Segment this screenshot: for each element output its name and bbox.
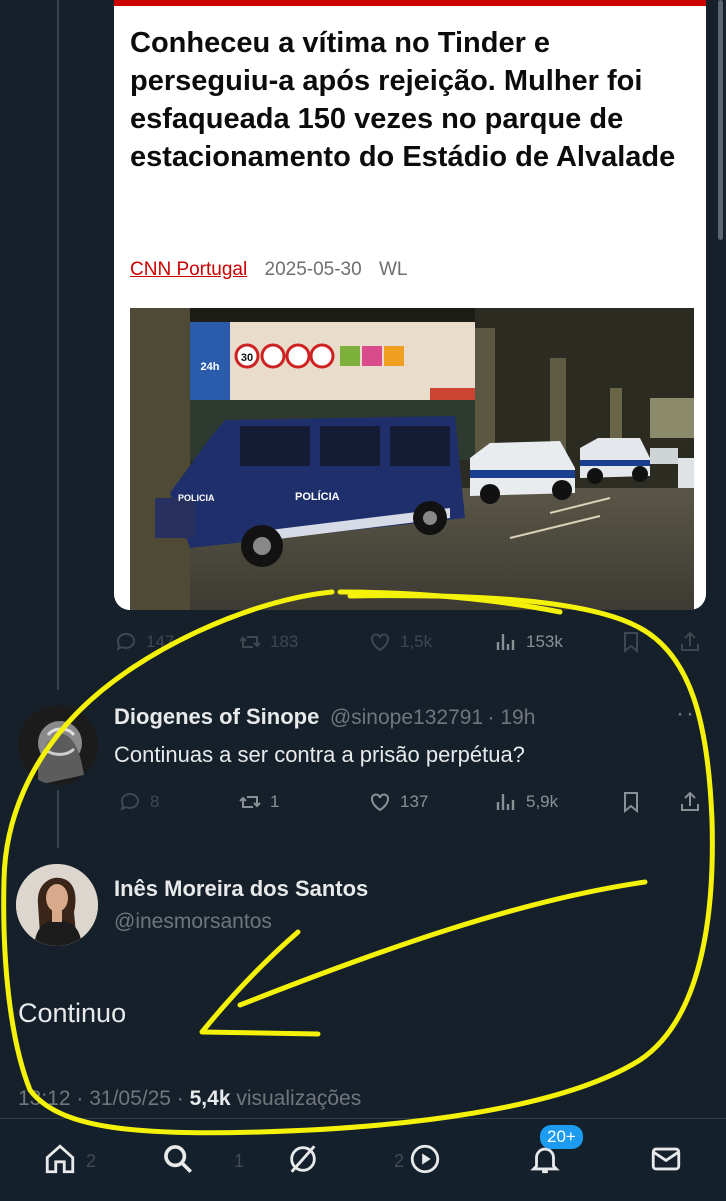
main-tweet-text: Continuo bbox=[18, 998, 127, 1028]
views-action[interactable]: 153k bbox=[494, 630, 563, 654]
ghost-reply-count: 2 bbox=[86, 1151, 97, 1171]
reply-time[interactable]: · 19h bbox=[488, 706, 536, 729]
nav-home[interactable] bbox=[40, 1139, 80, 1179]
scrollbar-thumb[interactable] bbox=[718, 0, 723, 240]
reply-icon bbox=[116, 632, 135, 651]
ines-avatar-image bbox=[16, 864, 98, 946]
main-tweet-views-label[interactable]: visualizações bbox=[231, 1087, 361, 1110]
van-label: POLÍCIA bbox=[295, 490, 340, 503]
reply-tweet-header: Diogenes of Sinope @sinope132791 · 19h bbox=[114, 704, 535, 730]
like-count: 137 bbox=[400, 792, 429, 811]
nav-messages[interactable] bbox=[646, 1139, 686, 1179]
heart-icon bbox=[371, 793, 389, 812]
bookmark-action[interactable] bbox=[619, 790, 643, 814]
avatar[interactable] bbox=[16, 864, 98, 946]
reply-tweet-actions: 8 1 137 5,9k bbox=[114, 788, 706, 816]
reply-text: Continuas a ser contra a prisão perpétua… bbox=[114, 742, 525, 767]
views-icon bbox=[496, 634, 515, 650]
share-action[interactable] bbox=[678, 790, 702, 814]
article-meta: CNN Portugal 2025-05-30 WL bbox=[130, 259, 407, 281]
nav-video[interactable] bbox=[405, 1139, 445, 1179]
main-tweet-meta: 13:12 · 31/05/25 · 5,4k visualizações bbox=[18, 1087, 361, 1111]
main-tweet-views-count[interactable]: 5,4k bbox=[190, 1087, 231, 1110]
main-tweet-time: 13:12 · 31/05/25 · bbox=[18, 1087, 190, 1110]
bottom-navigation: 2 1 2 20+ bbox=[0, 1118, 726, 1201]
ghost-like-count: 2 bbox=[394, 1151, 405, 1171]
article-source-link[interactable]: CNN Portugal bbox=[130, 259, 247, 280]
like-count: 1,5k bbox=[400, 632, 433, 651]
article-date: 2025-05-30 bbox=[264, 259, 362, 280]
article-photo[interactable]: 30 24h POLÍCIA POLICIA bbox=[130, 308, 694, 610]
views-icon bbox=[496, 794, 515, 810]
main-author-handle[interactable]: @inesmorsantos bbox=[114, 910, 272, 934]
nav-search[interactable] bbox=[158, 1139, 198, 1179]
reply-action[interactable]: 147 bbox=[114, 630, 174, 654]
like-action[interactable]: 1,5k bbox=[368, 630, 432, 654]
notifications-badge: 20+ bbox=[540, 1125, 583, 1149]
reply-count: 147 bbox=[146, 632, 175, 651]
retweet-icon bbox=[239, 796, 261, 808]
home-icon bbox=[45, 1144, 75, 1174]
nav-grok[interactable] bbox=[283, 1139, 323, 1179]
share-action[interactable] bbox=[678, 630, 702, 654]
thread-line bbox=[57, 0, 59, 690]
views-count: 153k bbox=[526, 632, 563, 651]
avatar[interactable] bbox=[18, 705, 98, 785]
bookmark-icon bbox=[624, 632, 638, 654]
mail-icon bbox=[651, 1147, 681, 1171]
ghost-retweet-count: 1 bbox=[234, 1151, 245, 1171]
card-top-bar bbox=[114, 0, 706, 6]
like-action[interactable]: 137 bbox=[368, 790, 428, 814]
share-icon bbox=[681, 631, 699, 651]
parking-garage-photo: 30 24h POLÍCIA POLICIA bbox=[130, 308, 694, 610]
diogenes-avatar-image bbox=[18, 705, 98, 785]
views-action[interactable]: 5,9k bbox=[494, 790, 558, 814]
quoted-tweet-actions: 147 183 1,5k 153k bbox=[114, 628, 706, 656]
share-icon bbox=[681, 791, 699, 811]
speed-sign-text: 30 bbox=[241, 352, 253, 364]
main-author-name[interactable]: Inês Moreira dos Santos bbox=[114, 876, 368, 902]
views-count: 5,9k bbox=[526, 792, 559, 811]
retweet-count: 183 bbox=[270, 632, 299, 651]
van-label-front: POLICIA bbox=[178, 493, 215, 503]
reply-author-name[interactable]: Diogenes of Sinope bbox=[114, 704, 319, 729]
reply-icon bbox=[120, 792, 139, 811]
more-options-icon[interactable]: ·· bbox=[676, 700, 696, 728]
retweet-icon bbox=[239, 636, 261, 648]
reply-author-handle[interactable]: @sinope132791 bbox=[330, 706, 483, 729]
article-headline[interactable]: Conheceu a vítima no Tinder e perseguiu-… bbox=[130, 24, 695, 176]
article-author: WL bbox=[378, 259, 408, 280]
reply-action[interactable]: 8 bbox=[118, 790, 159, 814]
sign-24h-text: 24h bbox=[201, 361, 220, 373]
article-card[interactable]: Conheceu a vítima no Tinder e perseguiu-… bbox=[114, 0, 706, 610]
play-icon bbox=[410, 1144, 440, 1174]
reply-count: 8 bbox=[150, 792, 160, 811]
heart-icon bbox=[371, 633, 389, 652]
grok-icon bbox=[290, 1145, 316, 1173]
thread-line bbox=[57, 790, 59, 848]
search-icon bbox=[164, 1145, 193, 1174]
retweet-count: 1 bbox=[270, 792, 280, 811]
bookmark-icon bbox=[624, 792, 638, 814]
retweet-action[interactable]: 1 bbox=[238, 790, 279, 814]
retweet-action[interactable]: 183 bbox=[238, 630, 298, 654]
bookmark-action[interactable] bbox=[619, 630, 643, 654]
